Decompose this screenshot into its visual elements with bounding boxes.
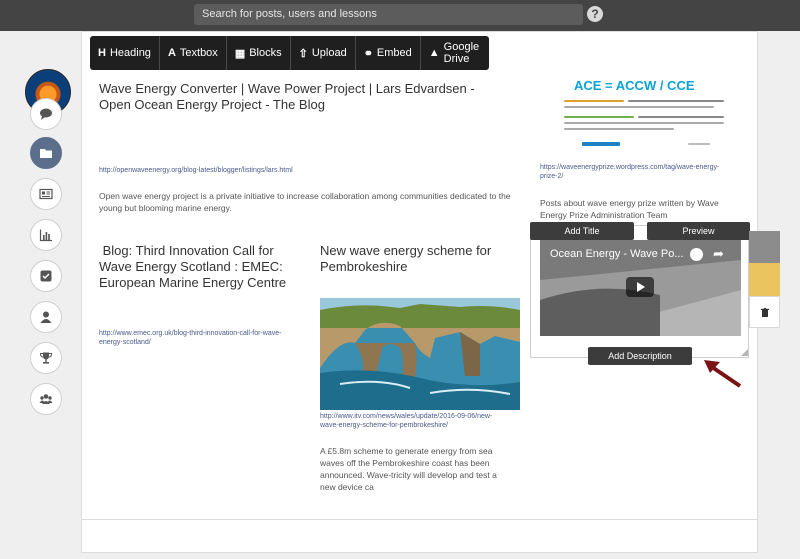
add-title-button[interactable]: Add Title — [530, 222, 634, 240]
upload-button[interactable]: ⇧ Upload — [291, 36, 356, 70]
post-link[interactable]: http://www.emec.org.uk/blog-third-innova… — [99, 329, 299, 347]
post-link[interactable]: http://openwaveenergy.org/blog-latest/bl… — [99, 166, 399, 175]
heading-icon: H — [98, 47, 106, 59]
trophy-icon[interactable] — [30, 342, 62, 374]
google-drive-button[interactable]: ▲ Google Drive — [421, 36, 489, 70]
embed-label: Embed — [376, 47, 412, 59]
heading-label: Heading — [109, 47, 151, 59]
search-input[interactable]: Search for posts, users and lessons — [194, 4, 583, 25]
play-icon[interactable] — [626, 277, 654, 297]
post-title[interactable]: Blog: Third Innovation Call for Wave Ene… — [99, 243, 299, 291]
users-icon[interactable] — [30, 383, 62, 415]
top-bar: Search for posts, users and lessons ? — [0, 0, 800, 31]
video-embed[interactable]: Ocean Energy - Wave Po... ➦ — [540, 240, 741, 336]
resize-handle-icon[interactable] — [741, 349, 748, 356]
newspaper-icon[interactable] — [30, 178, 62, 210]
color-swatch-gray[interactable] — [749, 231, 780, 263]
embed-button[interactable]: ⚭ Embed — [356, 36, 421, 70]
add-description-button[interactable]: Add Description — [588, 347, 692, 365]
toolbar: H Heading A Textbox ▦ Blocks ⇧ Upload ⚭ Embed… — [90, 36, 489, 70]
post-description: Posts about wave energy prize written by… — [540, 198, 719, 220]
google-drive-label: Google Drive — [443, 41, 480, 65]
folder-icon[interactable] — [30, 137, 62, 169]
textbox-label: Textbox — [179, 47, 218, 59]
video-title: Ocean Energy - Wave Po... — [550, 248, 684, 260]
post-description: A £5.8m scheme to generate energy from s… — [320, 446, 497, 492]
heading-button[interactable]: H Heading — [90, 36, 160, 70]
text-icon: A — [167, 47, 176, 59]
ace-formula-image: ACE = ACCW / CCE — [538, 74, 728, 152]
ace-formula-title: ACE = ACCW / CCE — [574, 78, 695, 93]
blocks-button[interactable]: ▦ Blocks — [227, 36, 291, 70]
divider — [81, 519, 758, 520]
color-swatch-yellow[interactable] — [749, 263, 780, 296]
coast-arch-image — [320, 298, 520, 410]
google-drive-icon: ▲ — [428, 47, 440, 59]
upload-label: Upload — [311, 47, 347, 59]
help-icon[interactable]: ? — [587, 6, 603, 22]
trash-icon[interactable] — [749, 296, 780, 328]
link-icon: ⚭ — [363, 47, 373, 60]
preview-button[interactable]: Preview — [647, 222, 750, 240]
post-link[interactable]: http://www.itv.com/news/wales/update/201… — [320, 412, 510, 430]
blocks-label: Blocks — [249, 47, 282, 59]
post-link[interactable]: https://waveenergyprize.wordpress.com/ta… — [540, 163, 730, 181]
arrow-annotation-icon — [704, 360, 742, 388]
chart-icon[interactable] — [30, 219, 62, 251]
clock-icon[interactable] — [690, 248, 703, 261]
chat-icon[interactable] — [30, 98, 62, 130]
blocks-icon: ▦ — [234, 47, 246, 60]
share-icon[interactable]: ➦ — [713, 246, 724, 262]
post-title[interactable]: New wave energy scheme for Pembrokeshire — [320, 243, 510, 275]
upload-icon: ⇧ — [298, 47, 308, 60]
post-title[interactable]: Wave Energy Converter | Wave Power Proje… — [99, 81, 499, 113]
textbox-button[interactable]: A Textbox — [160, 36, 227, 70]
checkbox-icon[interactable] — [30, 260, 62, 292]
post-description: Open wave energy project is a private in… — [99, 191, 511, 213]
user-icon[interactable] — [30, 301, 62, 333]
